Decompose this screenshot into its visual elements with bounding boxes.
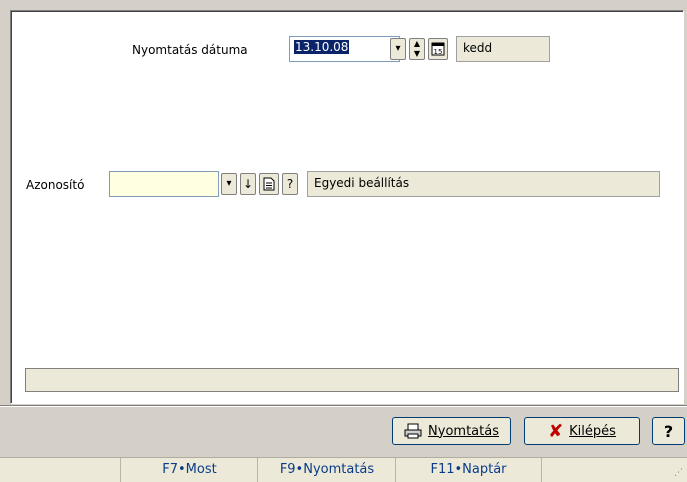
calendar-icon: 15 [431, 42, 445, 56]
id-input[interactable] [109, 171, 219, 197]
id-document-button[interactable] [259, 173, 279, 195]
id-description-field: Egyedi beállítás [307, 171, 660, 197]
id-label: Azonosító [26, 178, 85, 192]
date-input[interactable]: 13.10.08 [289, 36, 400, 62]
calendar-button[interactable]: 15 [428, 38, 448, 60]
date-label: Nyomtatás dátuma [132, 43, 248, 57]
id-dropdown-button[interactable]: ▾ [221, 173, 237, 195]
divider-highlight [0, 406, 687, 407]
resize-grip[interactable]: ⋰ [674, 469, 684, 479]
close-x-icon: ✘ [548, 420, 564, 442]
date-spin-button[interactable]: ▲ ▼ [409, 38, 425, 60]
help-button[interactable]: ? [652, 417, 685, 445]
arrow-down-icon: ↓ [242, 177, 254, 191]
help-button-label: ? [663, 421, 674, 441]
date-value: 13.10.08 [294, 40, 350, 54]
form-panel: Nyomtatás dátuma 13.10.08 ▾ ▲ ▼ 15 kedd A… [10, 10, 684, 404]
progress-bar [25, 368, 679, 392]
print-button[interactable]: Nyomtatás [392, 417, 511, 445]
printer-icon [404, 423, 422, 439]
exit-button-label: Kilépés [569, 423, 616, 439]
print-button-label: Nyomtatás [428, 423, 499, 439]
status-bar: F7•Most F9•Nyomtatás F11•Naptár ⋰ [0, 457, 687, 482]
chevron-down-icon: ▾ [226, 178, 232, 189]
question-icon: ? [286, 177, 294, 191]
spin-arrows-icon: ▲ ▼ [413, 39, 421, 58]
status-item-calendar[interactable]: F11•Naptár [395, 458, 542, 482]
id-help-button[interactable]: ? [282, 173, 298, 195]
chevron-down-icon: ▾ [395, 43, 401, 54]
status-item-print[interactable]: F9•Nyomtatás [257, 458, 396, 482]
status-item-most[interactable]: F7•Most [120, 458, 258, 482]
svg-text:15: 15 [434, 48, 443, 56]
id-next-button[interactable]: ↓ [240, 173, 256, 195]
exit-button[interactable]: ✘ Kilépés [524, 417, 640, 445]
document-icon [263, 177, 275, 191]
day-name-field: kedd [456, 36, 550, 62]
date-dropdown-button[interactable]: ▾ [390, 38, 406, 60]
